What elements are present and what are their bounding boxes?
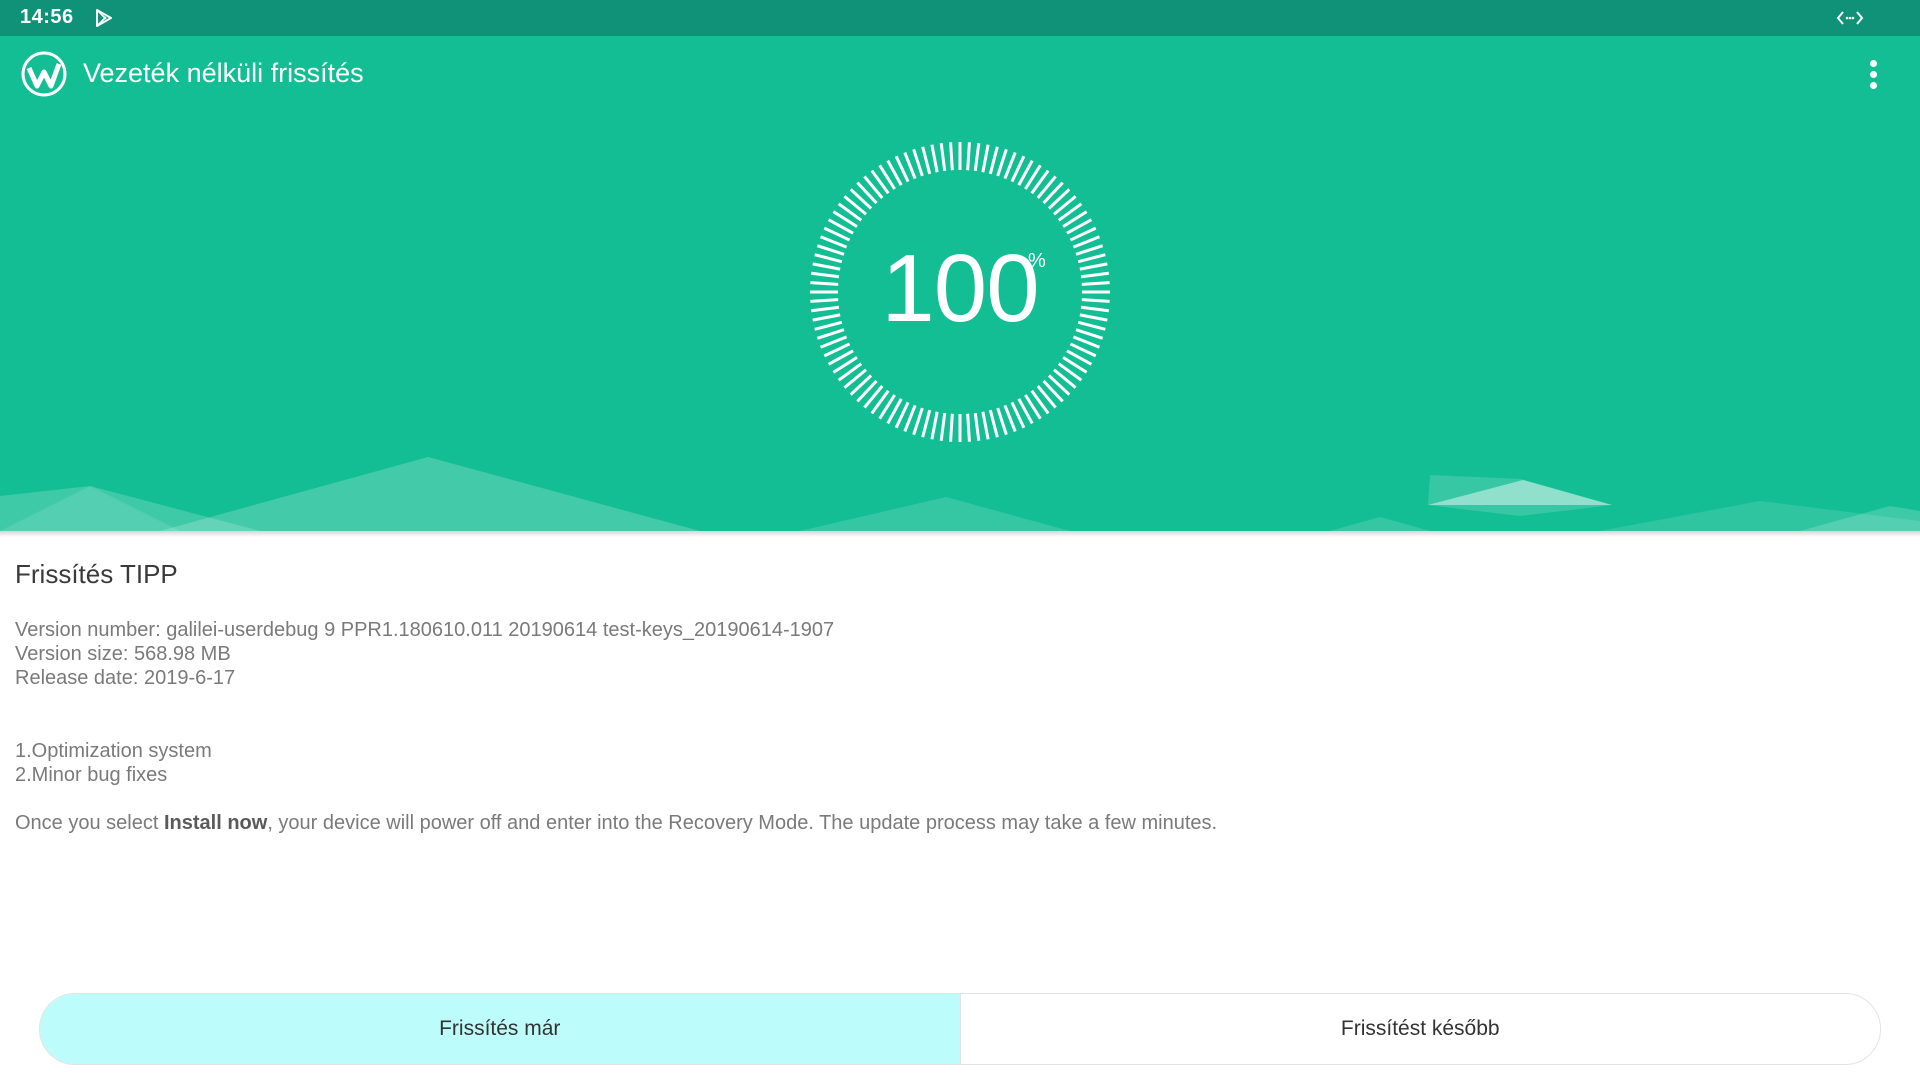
- progress-tick: [1077, 320, 1106, 331]
- progress-tick: [1080, 305, 1110, 313]
- progress-tick: [939, 412, 947, 442]
- progress-tick: [1079, 262, 1108, 271]
- progress-tick: [810, 281, 839, 286]
- progress-tick: [912, 407, 924, 436]
- progress-tick: [949, 142, 954, 171]
- app-logo-icon: [21, 51, 67, 97]
- change-item: 1.Optimization system: [15, 740, 212, 762]
- install-note-bold: Install now: [163, 812, 268, 834]
- app-title: Vezeték nélküli frissítés: [83, 58, 364, 88]
- code-brackets-icon: [1836, 11, 1864, 25]
- progress-tick: [988, 409, 999, 438]
- progress-tick: [814, 253, 843, 264]
- progress-tick: [810, 305, 840, 313]
- progress-tick: [981, 411, 990, 440]
- action-button-group: Frissítés már Frissítést később: [39, 993, 1881, 1065]
- install-note: Once you select Install now, your device…: [15, 812, 1217, 835]
- version-number: Version number: galilei-userdebug 9 PPR1…: [15, 619, 835, 641]
- header-shadow: [0, 531, 1920, 537]
- install-note-prefix: Once you select: [15, 812, 164, 834]
- install-now-button[interactable]: Frissítés már: [40, 994, 960, 1064]
- release-date: Release date: 2019-6-17: [15, 667, 236, 689]
- progress-tick: [930, 144, 939, 173]
- progress-tick: [921, 409, 932, 438]
- more-vert-icon[interactable]: [1860, 56, 1888, 92]
- progress-tick: [1079, 313, 1108, 322]
- progress-tick: [1080, 271, 1110, 279]
- progress-tick: [814, 320, 843, 331]
- progress-tick: [816, 244, 845, 256]
- play-store-icon: [96, 9, 112, 27]
- progress-tick: [988, 146, 999, 175]
- progress-tick: [981, 144, 990, 173]
- progress-tick: [1075, 244, 1104, 256]
- progress-tick: [966, 413, 971, 442]
- progress-tick: [949, 413, 954, 442]
- progress-tick: [1077, 253, 1106, 264]
- progress-tick: [996, 407, 1008, 436]
- progress-tick: [810, 271, 840, 279]
- progress-tick: [930, 411, 939, 440]
- progress-tick: [921, 146, 932, 175]
- progress-tick: [973, 412, 981, 442]
- progress-tick: [812, 262, 841, 271]
- install-later-button[interactable]: Frissítést később: [959, 994, 1880, 1064]
- tip-title: Frissítés TIPP: [15, 559, 178, 589]
- progress-tick: [810, 298, 839, 303]
- progress-tick: [966, 142, 971, 171]
- change-item: 2.Minor bug fixes: [15, 764, 168, 786]
- progress-tick: [996, 148, 1008, 177]
- install-note-suffix: , your device will power off and enter i…: [267, 812, 1218, 834]
- status-bar: 14:56: [0, 0, 1920, 36]
- progress-tick: [1081, 298, 1110, 303]
- update-header-panel: Vezeték nélküli frissítés 100 %: [0, 36, 1920, 531]
- progress-tick: [912, 148, 924, 177]
- progress-tick: [939, 142, 947, 172]
- progress-tick: [973, 142, 981, 172]
- progress-tick: [816, 328, 845, 340]
- progress-unit: %: [1028, 250, 1046, 272]
- status-time: 14:56: [20, 6, 74, 28]
- version-size: Version size: 568.98 MB: [15, 643, 231, 665]
- progress-tick: [1081, 281, 1110, 286]
- progress-tick: [1075, 328, 1104, 340]
- progress-tick: [812, 313, 841, 322]
